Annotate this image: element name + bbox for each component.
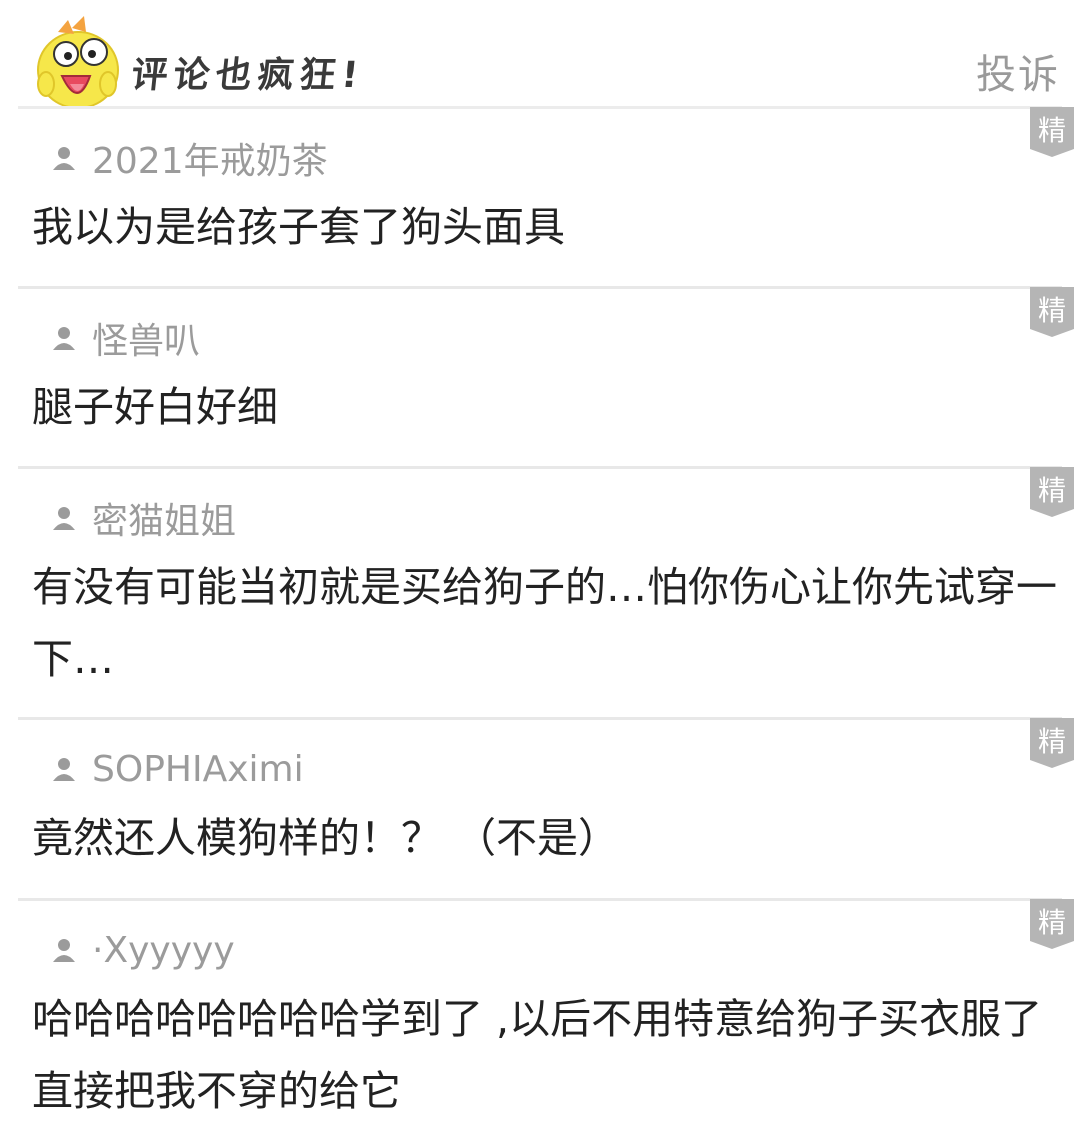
featured-badge-icon: 精: [1030, 899, 1074, 949]
user-icon: [53, 327, 75, 350]
header-title: 评论也疯狂!: [129, 55, 367, 96]
featured-badge-icon: 精: [1030, 467, 1074, 517]
user-icon: [53, 939, 75, 962]
featured-badge-icon: 精: [1030, 107, 1074, 157]
comment-text: 竟然还人模狗样的！？ （不是）: [32, 814, 620, 862]
comment-text: 我以为是给孩子套了狗头面具: [32, 203, 565, 251]
username[interactable]: SOPHIAximi: [92, 749, 304, 790]
mascot-logo-icon: [37, 16, 119, 109]
badge-label: 精: [1038, 906, 1066, 939]
user-icon: [53, 507, 75, 530]
username[interactable]: 2021年戒奶茶: [92, 132, 328, 184]
user-icon: [53, 758, 75, 781]
comment-item: 2021年戒奶茶 我以为是给孩子套了狗头面具 精: [18, 107, 1074, 289]
comment-text: 有没有可能当初就是买给狗子的…怕你伤心让你先试穿一下…: [32, 563, 1057, 683]
comment-item: 密猫姐姐 有没有可能当初就是买给狗子的…怕你伤心让你先试穿一下… 精: [18, 467, 1074, 720]
username[interactable]: 密猫姐姐: [92, 492, 236, 544]
comment-user-row: SOPHIAximi: [48, 746, 1032, 792]
featured-badge-icon: 精: [1030, 287, 1074, 337]
featured-badge-icon: 精: [1030, 718, 1074, 768]
comment-user-row: 密猫姐姐: [48, 492, 1032, 544]
comment-user-row: 怪兽叭: [48, 312, 1032, 364]
badge-label: 精: [1038, 294, 1066, 327]
comment-item: 怪兽叭 腿子好白好细 精: [18, 287, 1074, 469]
comment-user-row: ·Xyyyyy: [48, 927, 1032, 973]
comment-list: 2021年戒奶茶 我以为是给孩子套了狗头面具 精 怪兽叭 腿子好白好细 精 密猫…: [0, 107, 1080, 1130]
badge-label: 精: [1038, 725, 1066, 758]
comment-text: 哈哈哈哈哈哈哈哈学到了 ,以后不用特意给狗子买衣服了直接把我不穿的给它: [32, 995, 1043, 1115]
username[interactable]: ·Xyyyyy: [92, 930, 235, 971]
badge-label: 精: [1038, 474, 1066, 507]
comment-text: 腿子好白好细: [32, 383, 278, 431]
comments-header: 评论也疯狂! 投诉: [0, 0, 1080, 110]
comment-item: ·Xyyyyy 哈哈哈哈哈哈哈哈学到了 ,以后不用特意给狗子买衣服了直接把我不穿…: [18, 899, 1074, 1130]
comment-user-row: 2021年戒奶茶: [48, 132, 1032, 184]
user-icon: [53, 147, 75, 170]
username[interactable]: 怪兽叭: [92, 312, 200, 364]
report-button[interactable]: 投诉: [976, 42, 1060, 100]
badge-label: 精: [1038, 114, 1066, 147]
comment-item: SOPHIAximi 竟然还人模狗样的！？ （不是） 精: [18, 718, 1074, 901]
